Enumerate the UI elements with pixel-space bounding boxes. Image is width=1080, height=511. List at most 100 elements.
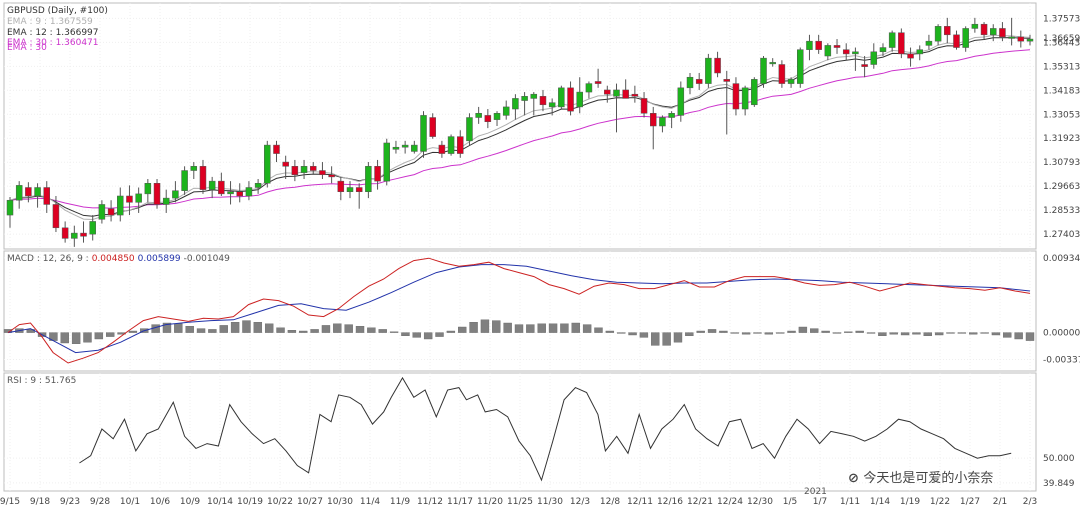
macd-histogram-bar (605, 330, 615, 333)
macd-histogram-bar (492, 320, 501, 333)
candle-body (107, 208, 115, 216)
macd-histogram-bar (798, 326, 808, 333)
macd-histogram-bar (128, 330, 138, 333)
x-tick-label: 10/22 (267, 497, 293, 507)
candle-body (447, 136, 455, 154)
candle-body (723, 79, 731, 82)
year-label: 2021 (804, 487, 827, 497)
macd-histogram-bar (1025, 332, 1035, 341)
candle-body (980, 23, 988, 36)
macd-histogram-bar (594, 327, 603, 333)
candle-body (852, 51, 859, 55)
macd-histogram-bar (537, 323, 546, 333)
candle-body (98, 204, 106, 220)
macd-histogram-bar (775, 332, 785, 334)
macd-histogram-bar (662, 332, 671, 346)
candle-body (282, 161, 289, 167)
chart-title: GBPUSD (Daily, #100) (7, 6, 108, 16)
x-tick-label: 1/5 (783, 497, 797, 507)
macd-histogram-bar (71, 332, 81, 345)
candle-body (558, 87, 565, 108)
candle-body (842, 49, 850, 55)
candle-body (25, 187, 32, 197)
candle-body (71, 232, 78, 239)
macd-histogram-bar (333, 323, 342, 333)
rsi-legend: RSI : 9 : 51.765 (7, 376, 76, 386)
macd-histogram-bar (934, 332, 944, 336)
macd-histogram-bar (673, 332, 683, 343)
macd-histogram-bar (707, 329, 717, 333)
x-tick-label: 9/15 (0, 497, 20, 507)
candle-body (659, 117, 666, 127)
candle-body (254, 183, 262, 188)
price-tick-label: 1.30793 (1043, 158, 1080, 168)
x-tick-label: 1/14 (870, 497, 890, 507)
macd-histogram-bar (435, 332, 444, 337)
x-tick-label: 9/18 (30, 497, 50, 507)
macd-histogram-bar (730, 332, 739, 334)
macd-histogram-bar (401, 332, 410, 337)
macd-histogram-bar (923, 332, 932, 337)
x-tick-label: 12/24 (717, 497, 743, 507)
x-tick-label: 11/4 (360, 497, 380, 507)
macd-histogram-bar (94, 332, 104, 340)
candle-body (732, 83, 740, 110)
macd-histogram-bar (446, 330, 456, 333)
candle-body (870, 51, 878, 65)
macd-histogram-bar (741, 332, 751, 335)
macd-histogram-bar (866, 332, 876, 334)
candle-body (383, 142, 391, 182)
macd-histogram-bar (105, 332, 115, 337)
price-tick-label: 1.37573 (1043, 14, 1080, 24)
macd-histogram-bar (787, 330, 796, 333)
x-tick-label: 10/14 (207, 497, 233, 507)
candle-body (273, 144, 280, 154)
x-tick-label: 11/20 (477, 497, 503, 507)
candle-body (328, 174, 335, 178)
macd-histogram-bar (503, 322, 512, 333)
macd-histogram-bar (526, 324, 535, 333)
macd-histogram-bar (912, 332, 921, 335)
candle-body (319, 170, 326, 176)
candle-body (769, 62, 776, 65)
candle-body (61, 227, 69, 239)
macd-histogram-bar (560, 323, 569, 333)
candle-body (475, 113, 482, 118)
candle-body (365, 166, 372, 192)
candle-body (631, 93, 639, 97)
macd-histogram-bar (696, 330, 705, 333)
candle-body (300, 166, 308, 173)
x-tick-label: 12/16 (657, 497, 683, 507)
candle-body (944, 26, 951, 36)
candle-body (392, 146, 400, 150)
macd-histogram-bar (753, 332, 762, 334)
candle-body (264, 144, 271, 184)
candle-body (162, 197, 170, 205)
candle-body (466, 117, 473, 142)
macd-histogram-bar (548, 323, 558, 333)
candle-body (934, 26, 942, 42)
macd-histogram-bar (458, 326, 467, 333)
candle-body (401, 144, 409, 148)
macd-histogram-bar (185, 326, 194, 333)
forex-chart[interactable]: 9/15 9/18 9/23 9/28 10/1 10/6 10/9 10/14 10/19 10… (0, 0, 1080, 511)
ema30-legend: EMA : 30 : 1.360471 (7, 38, 99, 48)
candle-body (484, 115, 492, 123)
macd-histogram-bar (208, 329, 217, 333)
candle-body (521, 96, 528, 101)
candle-body (705, 57, 712, 84)
candle-body (539, 96, 547, 106)
macd-histogram-bar (355, 326, 365, 333)
macd-histogram-bar (832, 332, 842, 334)
macd-histogram-bar (855, 330, 864, 333)
candle-body (190, 166, 198, 171)
watermark-text: 今天也是可爱的小奈奈 (863, 470, 993, 486)
candle-body (89, 221, 96, 235)
macd-params: MACD : 12, 26, 9 : (7, 254, 89, 264)
x-tick-label: 9/28 (90, 497, 110, 507)
candle-body (604, 89, 611, 95)
x-tick-label: 12/8 (600, 497, 620, 507)
candle-body (172, 190, 179, 199)
macd-histogram-bar (844, 331, 853, 333)
macd-histogram-bar (276, 327, 285, 333)
